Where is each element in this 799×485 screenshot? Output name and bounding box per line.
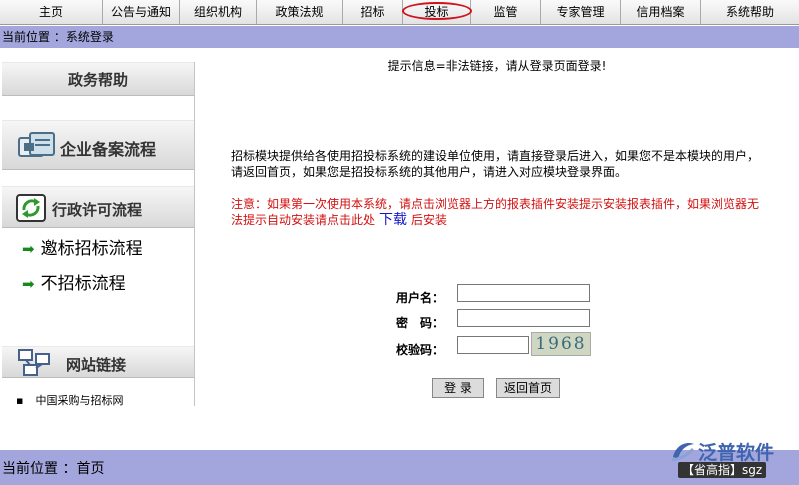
- captcha-label: 校验码：: [396, 343, 445, 357]
- footer-tag: 【省高指】sgz: [678, 462, 767, 478]
- sidebar-section-permit[interactable]: 行政许可流程: [2, 186, 194, 228]
- download-link[interactable]: 下载: [379, 212, 407, 228]
- nav-experts[interactable]: 专家管理: [541, 0, 621, 24]
- sidebar: 政务帮助 企业备案流程 行政许可流程 ➡ 邀标招标流程 ➡ 不招标流程 网站链接…: [0, 62, 195, 408]
- nav-tendering[interactable]: 招标: [343, 0, 403, 24]
- arrow-right-icon: ➡: [22, 240, 35, 258]
- sidebar-section-links[interactable]: 网站链接: [2, 346, 194, 378]
- username-input[interactable]: [457, 284, 590, 302]
- network-icon: [18, 349, 50, 381]
- bullet-icon: ▪: [16, 394, 24, 407]
- captcha-image[interactable]: 1968: [531, 332, 591, 356]
- nav-supervision[interactable]: 监管: [471, 0, 541, 24]
- captcha-input[interactable]: [457, 336, 529, 354]
- nav-credit[interactable]: 信用档案: [621, 0, 701, 24]
- arrow-right-icon: ➡: [22, 275, 35, 293]
- document-icon: [18, 132, 56, 164]
- sidebar-site-link-label: 中国采购与招标网: [35, 394, 124, 407]
- back-home-button[interactable]: 返回首页: [496, 378, 560, 398]
- footer-breadcrumb: 当前位置 ：首页: [2, 461, 105, 477]
- notice-after-text: 后安装: [411, 213, 448, 227]
- error-message: 提示信息=非法链接，请从登录页面登录!: [387, 59, 607, 73]
- sidebar-section-links-label: 网站链接: [66, 356, 127, 374]
- nav-home[interactable]: 主页: [0, 0, 103, 24]
- nav-help[interactable]: 系统帮助: [701, 0, 799, 24]
- sidebar-link-invited-tender[interactable]: ➡ 邀标招标流程: [22, 234, 143, 259]
- notice-paragraph: 注意：如果第一次使用本系统，请点击浏览器上方的报表插件安装提示安装报表插件，如果…: [231, 196, 761, 228]
- nav-announcements[interactable]: 公告与通知: [103, 0, 180, 24]
- watermark-text: 泛普软件: [698, 442, 775, 464]
- sidebar-title: 政务帮助: [67, 71, 128, 89]
- sidebar-section-filing-label: 企业备案流程: [60, 140, 157, 159]
- password-input[interactable]: [457, 309, 590, 327]
- password-label: 密 码：: [396, 316, 445, 330]
- sidebar-link-no-tender[interactable]: ➡ 不招标流程: [22, 269, 126, 294]
- main-content: 提示信息=非法链接，请从登录页面登录! 招标模块提供给各使用招投标系统的建设单位…: [195, 48, 799, 408]
- notice-text: 注意：如果第一次使用本系统，请点击浏览器上方的报表插件安装提示安装报表插件，如果…: [231, 197, 760, 227]
- username-label: 用户名：: [396, 291, 445, 305]
- nav-policies[interactable]: 政策法规: [257, 0, 343, 24]
- top-nav: 主页 公告与通知 组织机构 政策法规 招标 投标 监管 专家管理 信用档案 系统…: [0, 0, 799, 25]
- sidebar-link-label: 不招标流程: [40, 274, 126, 294]
- sidebar-header: 政务帮助: [2, 62, 194, 96]
- breadcrumb: 当前位置 ：系统登录: [0, 26, 799, 48]
- sidebar-link-label: 邀标招标流程: [40, 239, 143, 259]
- sidebar-section-permit-label: 行政许可流程: [52, 201, 143, 219]
- nav-organization[interactable]: 组织机构: [180, 0, 257, 24]
- sidebar-site-link[interactable]: ▪ 中国采购与招标网: [16, 392, 123, 408]
- nav-bidding[interactable]: 投标: [401, 0, 472, 24]
- sidebar-section-filing[interactable]: 企业备案流程: [2, 120, 194, 170]
- login-button[interactable]: 登 录: [432, 378, 484, 398]
- refresh-icon: [16, 194, 46, 226]
- info-paragraph: 招标模块提供给各使用招投标系统的建设单位使用，请直接登录后进入，如果您不是本模块…: [231, 149, 760, 179]
